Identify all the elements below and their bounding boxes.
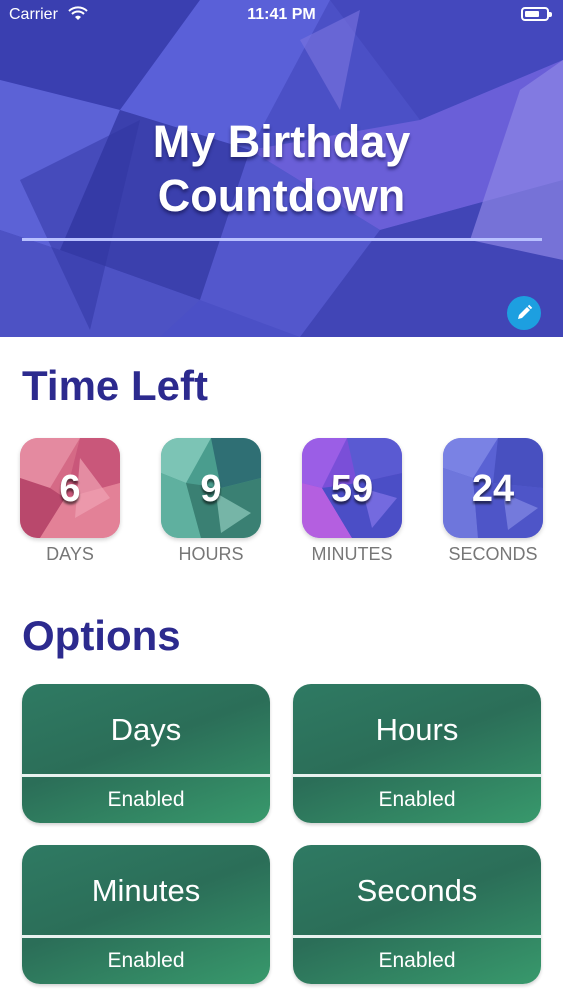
option-minutes-card[interactable]: Minutes Enabled [22, 845, 270, 984]
minutes-label: MINUTES [311, 544, 393, 564]
days-label: DAYS [46, 544, 94, 564]
days-tile-box: 6 [20, 438, 120, 538]
page-title: My Birthday Countdown [0, 115, 563, 223]
option-divider [22, 774, 270, 777]
edit-button[interactable] [507, 296, 541, 330]
option-minutes-name: Minutes [91, 873, 201, 908]
minutes-value: 59 [330, 468, 374, 510]
hours-tile: 9 HOURS [161, 438, 261, 565]
days-value: 6 [59, 468, 81, 510]
option-minutes-status: Enabled [107, 949, 185, 972]
clock-label: 11:41 PM [247, 6, 316, 23]
option-divider [293, 774, 541, 777]
hours-label: HOURS [178, 544, 244, 564]
option-hours-name: Hours [375, 712, 459, 747]
option-days-name: Days [110, 712, 182, 747]
option-seconds-card[interactable]: Seconds Enabled [293, 845, 541, 984]
time-left-heading: Time Left [22, 362, 208, 409]
option-divider [293, 935, 541, 938]
hours-value: 9 [200, 468, 222, 510]
title-line-1: My Birthday [152, 116, 411, 167]
option-seconds-status: Enabled [378, 949, 456, 972]
seconds-value: 24 [471, 468, 515, 510]
title-line-2: Countdown [157, 170, 406, 221]
minutes-tile: 59 MINUTES [302, 438, 402, 565]
status-bar: Carrier 11:41 PM [0, 0, 563, 30]
option-hours-status: Enabled [378, 788, 456, 811]
seconds-label: SECONDS [448, 544, 538, 564]
option-hours-card[interactable]: Hours Enabled [293, 684, 541, 823]
option-seconds-name: Seconds [356, 873, 478, 908]
option-divider [22, 935, 270, 938]
minutes-tile-box: 59 [302, 438, 402, 538]
option-days-status: Enabled [107, 788, 185, 811]
days-tile: 6 DAYS [20, 438, 120, 565]
countdown-tiles: 6 DAYS 9 HOURS 59 MINUTES 24 SECONDS [20, 438, 544, 568]
option-days-card[interactable]: Days Enabled [22, 684, 270, 823]
options-heading: Options [22, 612, 181, 659]
header-banner: Carrier 11:41 PM My Birthday Countdown [0, 0, 563, 337]
seconds-tile: 24 SECONDS [443, 438, 543, 565]
title-underline [22, 238, 542, 241]
battery-icon [521, 7, 552, 21]
hours-tile-box: 9 [161, 438, 261, 538]
seconds-tile-box: 24 [443, 438, 543, 538]
pencil-icon [518, 304, 533, 319]
